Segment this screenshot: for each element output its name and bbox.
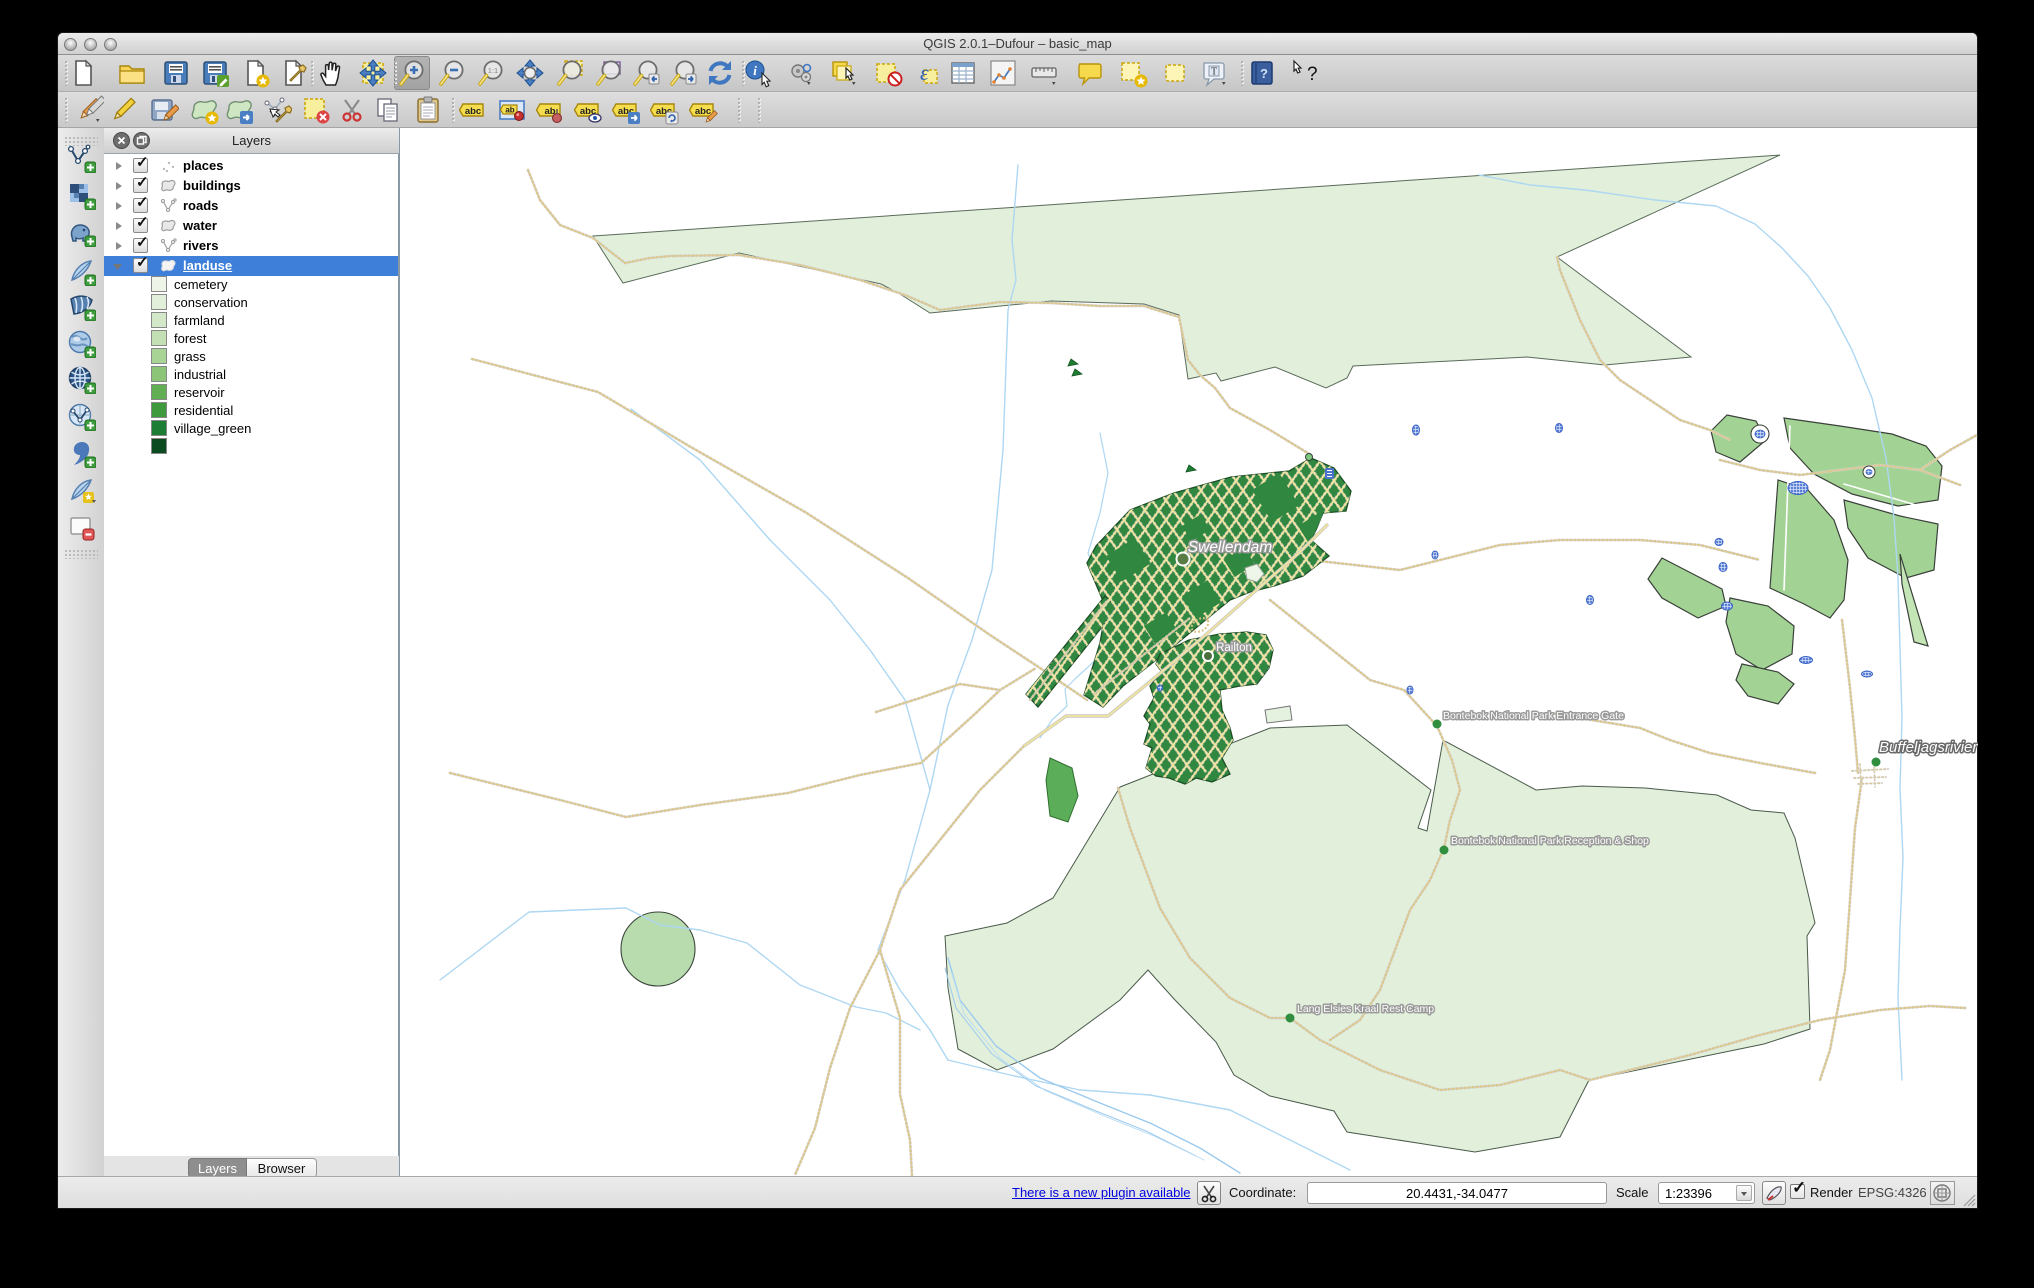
svg-text:abc: abc bbox=[465, 106, 481, 117]
svg-text:Bontebok National Park Recepti: Bontebok National Park Reception & Shop bbox=[1451, 835, 1649, 847]
svg-text:?: ? bbox=[1260, 66, 1268, 81]
svg-text:Buffeljagsrivier: Buffeljagsrivier bbox=[1879, 739, 1978, 756]
svg-text:T: T bbox=[1211, 67, 1217, 78]
svg-text:ab: ab bbox=[505, 106, 514, 115]
svg-text:abc: abc bbox=[695, 106, 711, 117]
svg-text:Lang Elsies Kraal Rest Camp: Lang Elsies Kraal Rest Camp bbox=[1297, 1003, 1434, 1015]
svg-text:?: ? bbox=[1307, 64, 1318, 85]
svg-text:Swellendam: Swellendam bbox=[1188, 539, 1273, 556]
svg-text:i: i bbox=[753, 63, 757, 78]
svg-text:Bontebok National Park Entranc: Bontebok National Park Entrance Gate bbox=[1443, 710, 1624, 722]
svg-text:1:1: 1:1 bbox=[488, 66, 498, 75]
svg-text:ε: ε bbox=[920, 60, 929, 85]
svg-text:Railton: Railton bbox=[1216, 642, 1252, 654]
